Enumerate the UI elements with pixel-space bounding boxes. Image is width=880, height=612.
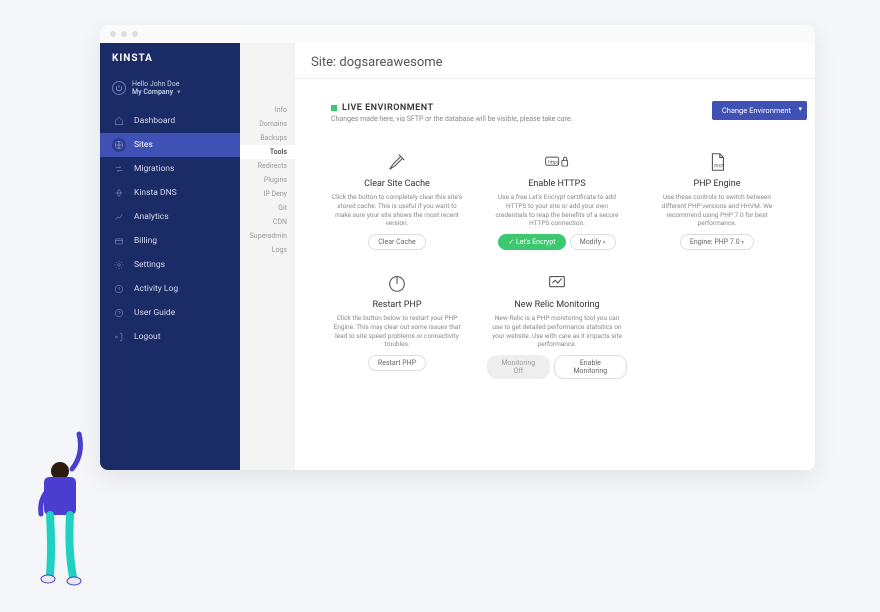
main-content: Site: dogsareawesome LIVE ENVIRONMENT Ch… xyxy=(295,43,815,470)
subnav-redirects[interactable]: Redirects xyxy=(240,159,295,173)
nav-label: Dashboard xyxy=(134,116,175,126)
nav-label: Settings xyxy=(134,260,165,270)
nav-label: Activity Log xyxy=(134,284,178,294)
card-clear-cache: Clear Site Cache Click the button to com… xyxy=(319,139,475,260)
card-title: New Relic Monitoring xyxy=(487,300,627,310)
card-desc: Click the button to completely clear thi… xyxy=(327,193,467,228)
nav-logout[interactable]: Logout xyxy=(100,325,240,349)
site-subnav: Info Domains Backups Tools Redirects Plu… xyxy=(240,43,295,470)
user-switcher[interactable]: Hello John Doe My Company▾ xyxy=(100,76,240,109)
card-php-engine: PHP PHP Engine Use these controls to swi… xyxy=(639,139,795,260)
nav-guide[interactable]: User Guide xyxy=(100,301,240,325)
subnav-ipdeny[interactable]: IP Deny xyxy=(240,187,295,201)
nav-label: Kinsta DNS xyxy=(134,188,177,198)
main-sidebar: KINSTA Hello John Doe My Company▾ Dashbo… xyxy=(100,43,240,470)
php-file-icon: PHP xyxy=(647,149,787,175)
nav-dashboard[interactable]: Dashboard xyxy=(100,109,240,133)
card-title: PHP Engine xyxy=(647,179,787,189)
nav-settings[interactable]: Settings xyxy=(100,253,240,277)
billing-icon xyxy=(112,234,126,248)
card-title: Clear Site Cache xyxy=(327,179,467,189)
logout-icon xyxy=(112,330,126,344)
nav-label: Sites xyxy=(134,140,153,150)
card-desc: Click the button below to restart your P… xyxy=(327,314,467,349)
monitor-icon xyxy=(487,270,627,296)
power-icon xyxy=(327,270,467,296)
enable-monitoring-button[interactable]: Enable Monitoring xyxy=(554,355,627,379)
broom-icon xyxy=(327,149,467,175)
primary-nav: Dashboard Sites Migrations Kinsta DNS An… xyxy=(100,109,240,349)
lets-encrypt-button[interactable]: Let's Encrypt xyxy=(498,234,565,250)
card-restart-php: Restart PHP Click the button below to re… xyxy=(319,260,475,389)
nav-billing[interactable]: Billing xyxy=(100,229,240,253)
nav-analytics[interactable]: Analytics xyxy=(100,205,240,229)
live-indicator-icon xyxy=(331,105,337,111)
user-label: Hello John Doe My Company▾ xyxy=(132,80,181,97)
card-https: https Enable HTTPS Use a free Let's Encr… xyxy=(479,139,635,260)
power-icon xyxy=(112,81,126,95)
clear-cache-button[interactable]: Clear Cache xyxy=(368,234,425,250)
nav-dns[interactable]: Kinsta DNS xyxy=(100,181,240,205)
monitoring-status: Monitoring Off xyxy=(487,355,550,379)
globe-icon xyxy=(112,138,126,152)
restart-php-button[interactable]: Restart PHP xyxy=(368,355,426,371)
nav-migrations[interactable]: Migrations xyxy=(100,157,240,181)
environment-bar: LIVE ENVIRONMENT Changes made here, via … xyxy=(295,103,815,129)
nav-label: Analytics xyxy=(134,212,169,222)
browser-traffic-lights xyxy=(100,25,815,43)
card-new-relic: New Relic Monitoring New Relic is a PHP … xyxy=(479,260,635,389)
activity-icon xyxy=(112,282,126,296)
logo: KINSTA xyxy=(100,43,240,76)
card-title: Enable HTTPS xyxy=(487,179,627,189)
subnav-logs[interactable]: Logs xyxy=(240,243,295,257)
svg-text:PHP: PHP xyxy=(714,164,723,170)
subnav-git[interactable]: Git xyxy=(240,201,295,215)
subnav-backups[interactable]: Backups xyxy=(240,131,295,145)
nav-label: Migrations xyxy=(134,164,174,174)
modify-https-dropdown[interactable]: Modify xyxy=(570,234,616,250)
card-desc: Use a free Let's Encrypt certificate to … xyxy=(487,193,627,228)
https-lock-icon: https xyxy=(487,149,627,175)
card-desc: Use these controls to switch between dif… xyxy=(647,193,787,228)
subnav-domains[interactable]: Domains xyxy=(240,117,295,131)
php-engine-dropdown[interactable]: Engine: PHP 7.0 xyxy=(680,234,754,250)
nav-label: User Guide xyxy=(134,308,175,318)
decorative-illustration xyxy=(24,429,94,594)
card-desc: New Relic is a PHP monitoring tool you c… xyxy=(487,314,627,349)
chevron-down-icon: ▾ xyxy=(177,88,181,96)
dns-icon xyxy=(112,186,126,200)
svg-text:https: https xyxy=(548,160,560,166)
card-title: Restart PHP xyxy=(327,300,467,310)
migrate-icon xyxy=(112,162,126,176)
settings-icon xyxy=(112,258,126,272)
home-icon xyxy=(112,114,126,128)
subnav-tools[interactable]: Tools xyxy=(240,145,295,159)
nav-activity[interactable]: Activity Log xyxy=(100,277,240,301)
change-environment-dropdown[interactable]: Change Environment xyxy=(712,101,807,120)
guide-icon xyxy=(112,306,126,320)
nav-label: Logout xyxy=(134,332,161,342)
subnav-plugins[interactable]: Plugins xyxy=(240,173,295,187)
subnav-info[interactable]: Info xyxy=(240,103,295,117)
analytics-icon xyxy=(112,210,126,224)
subnav-cdn[interactable]: CDN xyxy=(240,215,295,229)
page-title: Site: dogsareawesome xyxy=(295,43,815,79)
nav-label: Billing xyxy=(134,236,157,246)
nav-sites[interactable]: Sites xyxy=(100,133,240,157)
subnav-superadmin[interactable]: Superadmin xyxy=(240,229,295,243)
